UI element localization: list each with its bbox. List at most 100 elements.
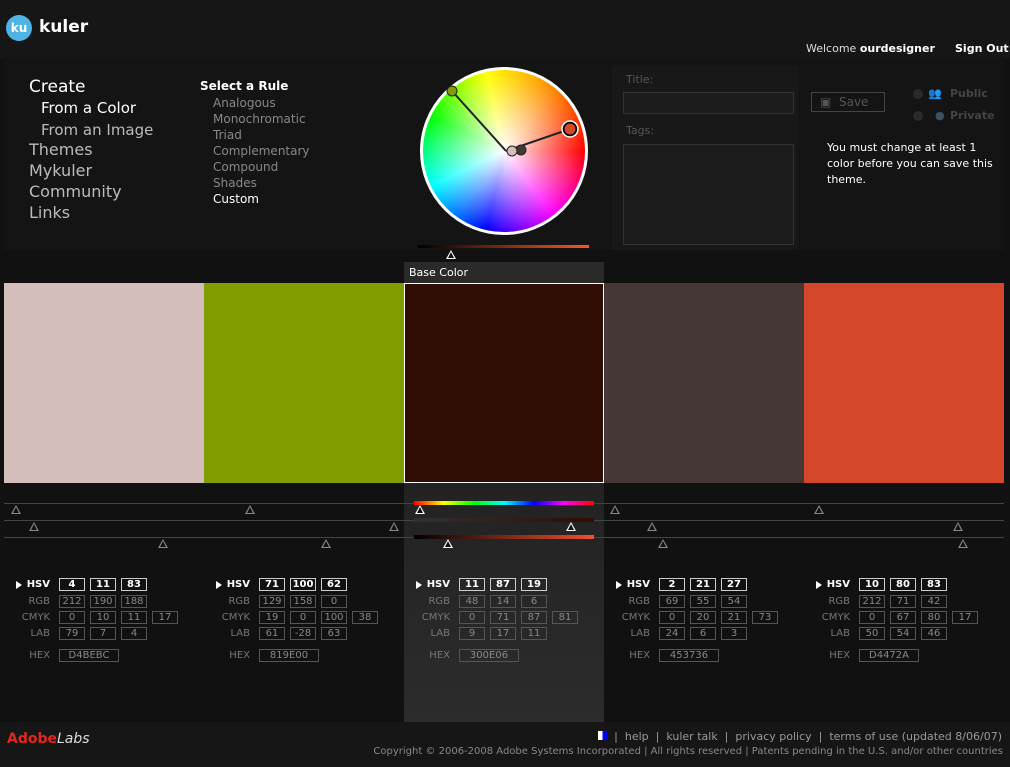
rgb-field[interactable]: 54: [721, 595, 747, 608]
hsv-field[interactable]: 62: [321, 578, 347, 591]
lab-field[interactable]: 7: [90, 627, 116, 640]
hsv-field[interactable]: 4: [59, 578, 85, 591]
cmyk-field[interactable]: 19: [259, 611, 285, 624]
cmyk-field[interactable]: 20: [690, 611, 716, 624]
cmyk-field[interactable]: 73: [752, 611, 778, 624]
hex-field[interactable]: D4472A: [859, 649, 919, 662]
lab-field[interactable]: 4: [121, 627, 147, 640]
cmyk-field[interactable]: 0: [59, 611, 85, 624]
hex-field[interactable]: D4BEBC: [59, 649, 119, 662]
cmyk-field[interactable]: 38: [352, 611, 378, 624]
lab-field[interactable]: 63: [321, 627, 347, 640]
hsv-field[interactable]: 100: [290, 578, 316, 591]
rgb-field[interactable]: 158: [290, 595, 316, 608]
rule-triad[interactable]: Triad: [213, 128, 242, 142]
hex-field[interactable]: 819E00: [259, 649, 319, 662]
color-swatch[interactable]: [804, 283, 1004, 483]
tags-input[interactable]: [623, 144, 794, 245]
kuler-talk-link[interactable]: kuler talk: [666, 730, 717, 743]
slider-handle[interactable]: [389, 522, 399, 531]
color-swatch[interactable]: [4, 283, 204, 483]
cmyk-field[interactable]: 67: [890, 611, 916, 624]
brightness-bar[interactable]: [418, 245, 589, 248]
lab-field[interactable]: 3: [721, 627, 747, 640]
rule-shades[interactable]: Shades: [213, 176, 257, 190]
help-link[interactable]: help: [625, 730, 649, 743]
rgb-field[interactable]: 55: [690, 595, 716, 608]
rgb-field[interactable]: 212: [59, 595, 85, 608]
slider-handle[interactable]: [415, 505, 425, 514]
hsv-field[interactable]: 11: [459, 578, 485, 591]
value-bar[interactable]: [414, 535, 594, 539]
nav-from-a-color[interactable]: From a Color: [41, 99, 136, 117]
lab-field[interactable]: 61: [259, 627, 285, 640]
hsv-field[interactable]: 80: [890, 578, 916, 591]
rgb-field[interactable]: 188: [121, 595, 147, 608]
kuler-logo[interactable]: ku: [6, 15, 32, 41]
lab-field[interactable]: 6: [690, 627, 716, 640]
slider-handle[interactable]: [647, 522, 657, 531]
slider-handle[interactable]: [953, 522, 963, 531]
slider-handle[interactable]: [443, 539, 453, 548]
public-radio[interactable]: [913, 89, 923, 99]
slider-handle[interactable]: [158, 539, 168, 548]
slider-handle[interactable]: [29, 522, 39, 531]
wheel-markers[interactable]: [420, 67, 590, 237]
hex-field[interactable]: 453736: [659, 649, 719, 662]
hsv-field[interactable]: 27: [721, 578, 747, 591]
rgb-field[interactable]: 42: [921, 595, 947, 608]
slider-handle[interactable]: [321, 539, 331, 548]
sign-out-link[interactable]: Sign Out: [955, 42, 1009, 55]
rule-analogous[interactable]: Analogous: [213, 96, 276, 110]
title-input[interactable]: [623, 92, 794, 114]
nav-mykuler[interactable]: Mykuler: [29, 161, 92, 180]
hsv-field[interactable]: 83: [921, 578, 947, 591]
cmyk-field[interactable]: 0: [859, 611, 885, 624]
marker-green[interactable]: [446, 85, 458, 97]
cmyk-field[interactable]: 80: [921, 611, 947, 624]
slider-handle[interactable]: [566, 522, 576, 531]
rgb-field[interactable]: 71: [890, 595, 916, 608]
adobe-logo[interactable]: Adobe: [7, 731, 57, 747]
cmyk-field[interactable]: 100: [321, 611, 347, 624]
rule-compound[interactable]: Compound: [213, 160, 278, 174]
hsv-field[interactable]: 2: [659, 578, 685, 591]
nav-community[interactable]: Community: [29, 182, 122, 201]
cmyk-field[interactable]: 17: [952, 611, 978, 624]
nav-themes[interactable]: Themes: [29, 140, 93, 159]
language-icon[interactable]: [598, 731, 608, 740]
cmyk-field[interactable]: 17: [152, 611, 178, 624]
nav-links[interactable]: Links: [29, 203, 70, 222]
privacy-link[interactable]: privacy policy: [735, 730, 811, 743]
slider-handle[interactable]: [658, 539, 668, 548]
cmyk-field[interactable]: 0: [290, 611, 316, 624]
rgb-field[interactable]: 48: [459, 595, 485, 608]
hsv-field[interactable]: 11: [90, 578, 116, 591]
slider-handle[interactable]: [814, 505, 824, 514]
rule-complementary[interactable]: Complementary: [213, 144, 310, 158]
hsv-field[interactable]: 19: [521, 578, 547, 591]
marker-pink[interactable]: [506, 145, 518, 157]
lab-field[interactable]: 50: [859, 627, 885, 640]
hex-field[interactable]: 300E06: [459, 649, 519, 662]
hsv-field[interactable]: 21: [690, 578, 716, 591]
rgb-field[interactable]: 6: [521, 595, 547, 608]
slider-handle[interactable]: [11, 505, 21, 514]
lab-field[interactable]: 24: [659, 627, 685, 640]
nav-create[interactable]: Create: [29, 77, 86, 97]
lab-field[interactable]: 9: [459, 627, 485, 640]
hue-bar[interactable]: [414, 501, 594, 505]
lab-field[interactable]: 79: [59, 627, 85, 640]
hsv-field[interactable]: 83: [121, 578, 147, 591]
lab-field[interactable]: 11: [521, 627, 547, 640]
lab-field[interactable]: 17: [490, 627, 516, 640]
cmyk-field[interactable]: 0: [659, 611, 685, 624]
color-swatch[interactable]: [604, 283, 804, 483]
cmyk-field[interactable]: 11: [121, 611, 147, 624]
rule-custom[interactable]: Custom: [213, 192, 259, 206]
slider-handle[interactable]: [958, 539, 968, 548]
private-radio[interactable]: [913, 111, 923, 121]
slider-handle[interactable]: [610, 505, 620, 514]
brightness-slider-handle[interactable]: [446, 250, 456, 259]
rgb-field[interactable]: 69: [659, 595, 685, 608]
